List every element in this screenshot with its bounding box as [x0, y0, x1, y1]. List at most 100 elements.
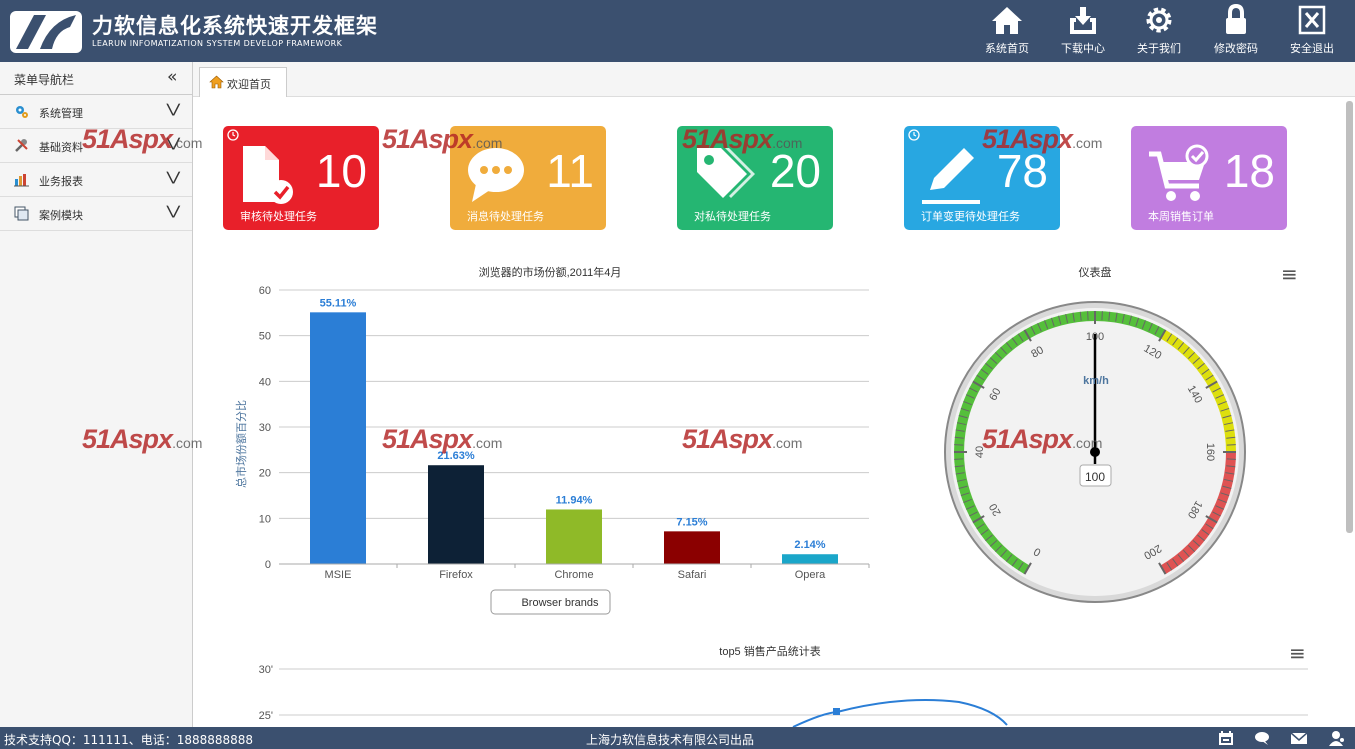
card-audit-tasks[interactable]: 10 审核待处理任务: [223, 126, 379, 230]
card-message-tasks[interactable]: 11 消息待处理任务: [450, 126, 606, 230]
y-tick-label: 60: [259, 285, 271, 297]
tag-icon: [697, 148, 755, 198]
card-private-tasks[interactable]: 20 对私待处理任务: [677, 126, 833, 230]
x-tick-label: MSIE: [325, 569, 352, 581]
chat-bubble-icon[interactable]: [1254, 730, 1270, 746]
gauge-tick-label: 40: [974, 446, 986, 458]
bar-msie[interactable]: [310, 312, 366, 564]
chevron-down-icon: ⋁: [166, 204, 181, 219]
top5-menu-button[interactable]: ≡: [1289, 641, 1306, 665]
logo-icon: [10, 11, 82, 53]
sidebar-title: 菜单导航栏: [14, 73, 75, 87]
y-tick-label: 0: [265, 559, 271, 571]
tab-welcome-home[interactable]: 欢迎首页: [199, 67, 287, 97]
sidebar-item-label: 案例模块: [39, 209, 83, 222]
speed-gauge-chart: 仪表盘 020406080100120140160180200 km/h 100: [944, 265, 1246, 603]
logout-button[interactable]: 安全退出: [1280, 4, 1344, 58]
user-icon[interactable]: [1329, 730, 1345, 746]
card-order-change-tasks[interactable]: 78 订单变更待处理任务: [904, 126, 1060, 230]
download-icon: [1070, 7, 1096, 34]
y-tick-label: 10: [259, 513, 271, 525]
home-button[interactable]: 系统首页: [975, 4, 1039, 58]
bar-safari[interactable]: [664, 531, 720, 564]
gauge-tick-label: 160: [1204, 443, 1216, 461]
download-button-label: 下载中心: [1061, 42, 1105, 55]
chevron-down-icon: ⋁: [166, 102, 181, 117]
y-axis-label: 总市场份额百分比: [234, 400, 248, 488]
chevron-down-icon: ⋁: [166, 170, 181, 185]
card-weekly-sales[interactable]: 18 本周销售订单: [1131, 126, 1287, 230]
sidebar-item-label: 基础资料: [39, 141, 83, 154]
gear-icon: [1146, 7, 1172, 33]
card-value: 78: [996, 145, 1048, 197]
about-us-button[interactable]: 关于我们: [1127, 4, 1191, 58]
browser-market-share-chart: 浏览器的市场份额,2011年4月 总市场份额百分比 0102030405060 …: [234, 265, 870, 615]
y-tick-label: 30': [259, 664, 273, 676]
change-password-label: 修改密码: [1214, 42, 1258, 55]
bar-chrome[interactable]: [546, 509, 602, 564]
gears-icon: [16, 106, 28, 118]
document-check-icon: [243, 146, 293, 204]
download-center-button[interactable]: 下载中心: [1051, 4, 1115, 58]
lock-icon: [1226, 4, 1246, 34]
chart-legend[interactable]: Browser brands: [490, 589, 611, 615]
chart-title: 浏览器的市场份额,2011年4月: [479, 265, 622, 279]
bar-opera[interactable]: [782, 554, 838, 564]
gauge-pivot: [1090, 447, 1100, 457]
pencil-icon: [922, 148, 980, 204]
bar-firefox[interactable]: [428, 465, 484, 564]
gauge-value-label: 100: [1085, 470, 1105, 484]
card-value: 18: [1223, 145, 1275, 197]
top5-chart-title: top5 销售产品统计表: [719, 644, 820, 658]
tab-label: 欢迎首页: [227, 78, 271, 91]
sidebar-item-basic-data[interactable]: 基础资料 ⋁: [0, 129, 192, 163]
y-tick-label: 30: [259, 422, 271, 434]
calendar-icon[interactable]: [1218, 730, 1234, 746]
sidebar: 菜单导航栏 « 系统管理 ⋁ 基础资料 ⋁ 业务报表 ⋁ 案例模块 ⋁: [0, 62, 193, 727]
sidebar-item-case-modules[interactable]: 案例模块 ⋁: [0, 197, 192, 231]
card-value: 20: [769, 145, 821, 197]
legend-label: Browser brands: [521, 597, 599, 609]
x-tick-label: Opera: [795, 569, 826, 581]
tools-icon: [15, 139, 28, 152]
exit-icon: [1298, 5, 1326, 35]
change-password-button[interactable]: 修改密码: [1204, 4, 1268, 58]
scrollbar-thumb[interactable]: [1346, 101, 1353, 533]
card-label: 审核待处理任务: [240, 210, 317, 223]
y-tick-label: 40: [259, 376, 271, 388]
module-icon: [14, 206, 29, 221]
sidebar-header: 菜单导航栏 «: [0, 62, 192, 95]
tab-bar: 欢迎首页: [193, 62, 1355, 97]
gauge-title: 仪表盘: [1079, 265, 1112, 279]
y-tick-label: 20: [259, 468, 271, 480]
card-value: 11: [546, 145, 594, 197]
scrollbar[interactable]: [1343, 97, 1355, 727]
chevron-down-icon: ⋁: [166, 136, 181, 151]
footer: 技术支持QQ：111111、电话：1888888888 上海力软信息技术有限公司…: [0, 727, 1355, 749]
sidebar-collapse-button[interactable]: «: [167, 67, 177, 87]
clock-icon: [908, 129, 920, 141]
sidebar-item-label: 业务报表: [39, 175, 83, 188]
chat-icon: [468, 148, 524, 202]
data-label: 2.14%: [794, 539, 825, 551]
support-contact: 技术支持QQ：111111、电话：1888888888: [4, 733, 254, 747]
card-label: 订单变更待处理任务: [921, 210, 1020, 223]
top-header: 力软信息化系统快速开发框架 LEARUN INFOMATIZATION SYST…: [0, 0, 1355, 62]
mail-icon[interactable]: [1291, 730, 1307, 746]
sidebar-item-business-reports[interactable]: 业务报表 ⋁: [0, 163, 192, 197]
about-button-label: 关于我们: [1137, 42, 1181, 55]
data-point[interactable]: [833, 708, 840, 715]
gauge-unit: km/h: [1083, 375, 1109, 387]
data-label: 21.63%: [437, 450, 475, 462]
sidebar-item-system-management[interactable]: 系统管理 ⋁: [0, 95, 192, 129]
home-button-label: 系统首页: [985, 42, 1029, 55]
gauge-menu-button[interactable]: ≡: [1281, 262, 1298, 286]
x-tick-label: Chrome: [554, 569, 593, 581]
card-value: 10: [315, 145, 367, 197]
card-label: 本周销售订单: [1148, 210, 1214, 223]
app-subtitle: LEARUN INFOMATIZATION SYSTEM DEVELOP FRA…: [92, 39, 343, 48]
top5-sales-chart: top5 销售产品统计表 30' 25': [259, 644, 1308, 727]
clock-icon: [227, 129, 239, 141]
card-label: 对私待处理任务: [694, 210, 771, 223]
app-title: 力软信息化系统快速开发框架: [92, 14, 378, 38]
